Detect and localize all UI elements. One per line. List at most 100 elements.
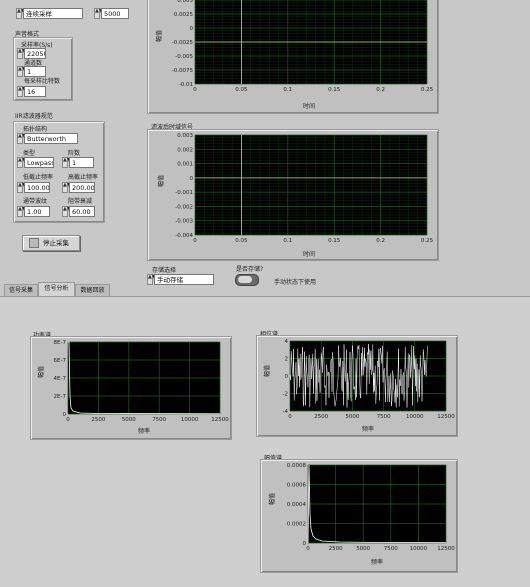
filtered-ytick: 0 <box>190 176 194 182</box>
filtered-ytick: 0.003 <box>177 133 193 139</box>
phase-xtick: 0 <box>288 414 292 420</box>
order-spinner[interactable]: ▲▼ <box>62 157 71 168</box>
power-xtick: 2500 <box>91 417 105 423</box>
raw-ytick: -0.005 <box>175 54 193 60</box>
filtered-ytick: 0.001 <box>177 162 193 168</box>
passband-ripple-spinner[interactable]: ▲▼ <box>17 206 26 217</box>
phase-ylabel: 幅值 <box>263 365 271 377</box>
filtered-xtick: 0 <box>193 238 197 244</box>
raw-ylabel: 幅值 <box>155 30 163 42</box>
amplitude-xtick: 7500 <box>384 546 398 552</box>
power-xtick: 5000 <box>122 417 136 423</box>
power-ytick: 6E-7 <box>54 358 67 364</box>
filter-type-label: 类型 <box>23 150 36 157</box>
filtered-ytick: -0.002 <box>175 204 193 210</box>
phase-xtick: 7500 <box>377 414 391 420</box>
stop-icon <box>29 238 39 248</box>
amplitude-xtick: 10000 <box>410 546 428 552</box>
raw-xlabel: 时间 <box>303 102 315 110</box>
filtered-ytick: -0.001 <box>175 190 193 196</box>
high-cutoff-spinner[interactable]: ▲▼ <box>62 182 71 193</box>
phase-xtick: 12500 <box>437 414 455 420</box>
mode-spinner[interactable]: ▲▼ <box>16 8 25 19</box>
phase-xtick: 2500 <box>314 414 328 420</box>
phase-ytick: 4 <box>285 339 289 345</box>
sample-count-input[interactable]: 5000 <box>101 8 129 19</box>
save-question-label: 是否存储? <box>236 266 264 273</box>
channels-spinner[interactable]: ▲▼ <box>17 66 26 77</box>
amplitude-xtick: 5000 <box>356 546 370 552</box>
amplitude-xtick: 2500 <box>329 546 343 552</box>
amplitude-spectrum-graph: 0.00080.00060.00040.000200 2500 5000 7500 10… <box>268 463 455 566</box>
tab-signal-acquisition[interactable]: 信号采集 <box>4 284 38 296</box>
raw-xtick: 0.25 <box>421 87 434 93</box>
raw-xtick: 0 <box>193 87 197 93</box>
filtered-ylabel: 幅值 <box>157 175 165 187</box>
amplitude-xlabel: 频率 <box>371 558 383 566</box>
raw-signal-graph: 0.0050.00250-0.0025-0.005-0.0075-0.010 0.… <box>155 0 434 110</box>
raw-xtick: 0.05 <box>235 87 248 93</box>
filtered-ytick: -0.003 <box>175 219 193 225</box>
power-xtick: 12500 <box>211 417 229 423</box>
bits-per-sample-input[interactable]: 16 <box>24 86 46 97</box>
tab-data-playback[interactable]: 数据回放 <box>75 284 110 296</box>
amplitude-xtick: 12500 <box>437 546 455 552</box>
raw-ytick: -0.01 <box>179 82 193 88</box>
save-toggle[interactable] <box>235 274 259 286</box>
passband-ripple-input[interactable]: 1.00 <box>24 206 50 217</box>
stopband-atten-label: 阻带衰减 <box>68 198 93 205</box>
power-xtick: 7500 <box>152 417 166 423</box>
power-ytick: 2E-7 <box>54 394 67 400</box>
phase-xlabel: 频率 <box>362 425 374 433</box>
low-cutoff-spinner[interactable]: ▲▼ <box>17 182 26 193</box>
filtered-xtick: 0.05 <box>235 238 248 244</box>
amplitude-ytick: 0.0006 <box>287 483 307 489</box>
acquisition-mode-select[interactable]: 连续采样 <box>23 8 83 19</box>
storage-select[interactable]: 手动存储 <box>154 274 214 285</box>
raw-ytick: -0.0025 <box>172 40 194 46</box>
low-cutoff-label: 低截止频率 <box>23 174 54 181</box>
tab-signal-analysis[interactable]: 信号分析 <box>38 282 75 296</box>
filtered-xtick: 0.15 <box>328 238 341 244</box>
order-input[interactable]: 1 <box>69 157 94 168</box>
amplitude-xtick: 0 <box>306 546 310 552</box>
stop-button-label: 停止采集 <box>43 239 69 247</box>
save-toggle-knob <box>238 276 252 283</box>
topology-label: 拓扑结构 <box>23 126 48 133</box>
phase-ytick: 0 <box>285 374 289 380</box>
stopband-atten-spinner[interactable]: ▲▼ <box>62 206 71 217</box>
topology-select[interactable]: Butterworth <box>24 133 78 144</box>
power-ylabel: 幅值 <box>37 366 45 378</box>
raw-ytick: 0.005 <box>177 0 193 4</box>
raw-ytick: 0.0025 <box>174 12 194 18</box>
filtered-xtick: 0.2 <box>376 238 385 244</box>
storage-select-label: 存储选择 <box>152 267 177 274</box>
topology-spinner[interactable]: ▲▼ <box>17 133 26 144</box>
raw-xtick: 0.2 <box>376 87 385 93</box>
passband-ripple-label: 通带波纹 <box>23 198 48 205</box>
filter-type-select[interactable]: Lowpass <box>24 157 54 168</box>
power-ytick: 8E-7 <box>54 340 67 346</box>
filtered-ytick: 0.002 <box>177 147 193 153</box>
iir-filter-label: IIR滤波器规范 <box>15 113 53 120</box>
storage-spinner[interactable]: ▲▼ <box>147 274 156 285</box>
high-cutoff-input[interactable]: 200.00 <box>69 182 95 193</box>
phase-spectrum-graph: 420-2-40 2500 5000 7500 10000 12500 幅值 频率 <box>263 339 455 433</box>
sample-count-spinner[interactable]: ▲▼ <box>94 8 103 19</box>
stopband-atten-input[interactable]: 60.00 <box>69 206 95 217</box>
bits-spinner[interactable]: ▲▼ <box>17 86 26 97</box>
sample-rate-spinner[interactable]: ▲▼ <box>17 48 26 59</box>
raw-xtick: 0.15 <box>328 87 341 93</box>
amplitude-ylabel: 幅值 <box>268 493 276 505</box>
bits-per-sample-label: 每采样比特数 <box>24 78 61 85</box>
amplitude-ytick: 0.0004 <box>287 502 307 508</box>
low-cutoff-input[interactable]: 100.00 <box>24 182 50 193</box>
power-xtick: 0 <box>66 417 70 423</box>
phase-ytick: -2 <box>283 392 288 398</box>
filter-type-spinner[interactable]: ▲▼ <box>17 157 26 168</box>
amplitude-ytick: 0.0002 <box>287 522 306 528</box>
stop-acquisition-button[interactable]: 停止采集 <box>22 235 80 251</box>
power-spectrum-graph: 8E-76E-74E-72E-700 2500 5000 7500 10000 12500… <box>37 340 229 435</box>
order-label: 阶数 <box>68 150 81 157</box>
raw-ytick: -0.0075 <box>172 68 194 74</box>
